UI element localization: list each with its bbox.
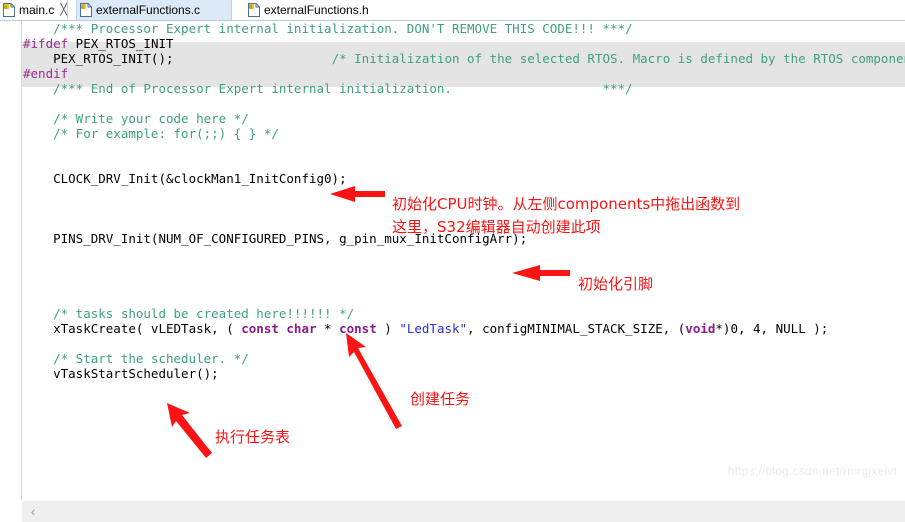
close-icon[interactable]: ╳ bbox=[60, 5, 67, 16]
annotation-create-task: 创建任务 bbox=[410, 390, 471, 408]
arrow-to-xtaskcreate bbox=[346, 333, 402, 429]
annotation-run-task-list: 执行任务表 bbox=[215, 428, 291, 446]
arrow-to-vtaskstartscheduler bbox=[167, 403, 212, 458]
scrollbar-gutter-pad bbox=[0, 501, 22, 522]
h-file-icon: h bbox=[248, 3, 260, 17]
arrow-to-pins-init bbox=[512, 265, 570, 281]
arrow-to-clock-init bbox=[330, 186, 385, 202]
editor-window: c main.c ╳ c externalFunctions.c h exter… bbox=[0, 0, 905, 522]
tab-externalfunctions-h[interactable]: h externalFunctions.h bbox=[245, 0, 420, 20]
tab-label: externalFunctions.h bbox=[264, 3, 369, 17]
scroll-left-icon[interactable]: ‹ bbox=[26, 504, 40, 519]
annotation-clock-init: 初始化CPU时钟。从左侧components中拖出函数到 这里，S32编辑器自动… bbox=[392, 195, 741, 236]
tab-label: externalFunctions.c bbox=[96, 3, 201, 17]
tab-main-c[interactable]: c main.c ╳ bbox=[0, 0, 68, 20]
horizontal-scrollbar[interactable]: ‹ bbox=[0, 500, 905, 522]
annotation-pins-init: 初始化引脚 bbox=[578, 275, 654, 293]
c-file-icon: c bbox=[80, 3, 92, 17]
svg-text:h: h bbox=[249, 5, 252, 11]
tab-externalfunctions-c[interactable]: c externalFunctions.c bbox=[76, 0, 232, 20]
editor-tab-bar: c main.c ╳ c externalFunctions.c h exter… bbox=[0, 0, 905, 21]
watermark: https://blog.csdn.net/rmrgjxeivt bbox=[727, 464, 897, 478]
c-file-icon: c bbox=[3, 3, 15, 17]
code-editor[interactable]: /*** Processor Expert internal initializ… bbox=[0, 21, 905, 500]
tab-label: main.c bbox=[19, 3, 55, 17]
annotation-arrows bbox=[167, 186, 570, 458]
